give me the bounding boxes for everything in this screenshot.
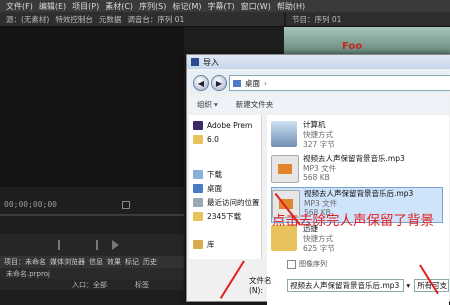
source-scrubber[interactable]: [0, 214, 184, 216]
nav-label: 2345下载: [207, 212, 242, 221]
organize-button[interactable]: 组织: [197, 99, 212, 110]
folder-icon: [193, 212, 203, 221]
project-panel-tabs: 项目：未命名 媒体浏览器 信息 效果 标记 历史: [0, 256, 184, 268]
back-icon[interactable]: ◀: [193, 75, 209, 91]
new-folder-button[interactable]: 新建文件夹: [236, 99, 274, 110]
dialog-titlebar: 导入: [187, 55, 450, 69]
import-dialog: 导入 ◀ ▶ 桌面 › 组织 ▾ 新建文件夹 Adobe Prem 6.0 下载…: [186, 54, 450, 305]
tab-effect-controls[interactable]: 特效控制台: [55, 14, 93, 25]
folder-icon: [193, 135, 203, 144]
menu-help[interactable]: 帮助(H): [277, 1, 305, 12]
menu-clip[interactable]: 素材(C): [105, 1, 133, 12]
nav-item-desktop[interactable]: 桌面: [193, 183, 222, 194]
nav-label: 桌面: [207, 184, 222, 193]
chevron-down-icon[interactable]: ▾: [214, 100, 218, 109]
project-file-name: 未命名.prproj: [6, 269, 50, 278]
nav-label: 库: [207, 240, 215, 249]
menu-file[interactable]: 文件(F): [6, 1, 33, 12]
tab-history[interactable]: 历史: [143, 257, 157, 267]
address-path: 桌面: [245, 78, 260, 88]
mark-out-icon[interactable]: [86, 240, 98, 250]
menu-window[interactable]: 窗口(W): [241, 1, 271, 12]
image-sequence-checkbox[interactable]: [287, 259, 296, 269]
dialog-title: 导入: [203, 57, 219, 67]
menu-bar: 文件(F) 编辑(E) 项目(P) 素材(C) 序列(S) 标记(M) 字幕(T…: [0, 0, 450, 12]
chevron-right-icon[interactable]: ›: [264, 79, 267, 88]
file-item[interactable]: 视频去人声保留背景音乐.mp3 MP3 文件 568 KB: [271, 153, 441, 187]
play-icon[interactable]: [112, 240, 119, 250]
tab-markers[interactable]: 标记: [125, 257, 139, 267]
tab-source[interactable]: 源：(无素材): [6, 14, 49, 25]
nav-label: 6.0: [207, 135, 219, 144]
filename-row: 文件名(N): 视频去人声保留背景音乐后.mp3 ▾ 所有可支: [249, 276, 449, 295]
computer-icon: [271, 121, 297, 147]
project-input-filter[interactable]: 入口：全部: [72, 280, 107, 290]
nav-label: 下载: [207, 170, 222, 179]
nav-item-downloads[interactable]: 下载: [193, 169, 222, 180]
source-panel-tabs: 源：(无素材) 特效控制台 元数据 调音台：序列 01: [0, 12, 284, 27]
navigation-pane: Adobe Prem 6.0 下载 桌面 最近访问的位置 2345下载 库: [189, 115, 262, 259]
downloads-icon: [193, 170, 203, 179]
tab-program[interactable]: 节目：序列 01: [292, 14, 341, 25]
menu-title[interactable]: 字幕(T): [208, 1, 235, 12]
tab-effects[interactable]: 效果: [107, 257, 121, 267]
file-item[interactable]: 计算机 快捷方式 327 字节: [271, 119, 441, 153]
nav-label: 最近访问的位置: [207, 198, 260, 207]
mp3-icon: [271, 155, 299, 183]
source-monitor: [0, 27, 184, 187]
tab-project[interactable]: 项目：未命名: [4, 257, 46, 267]
desktop-icon: [193, 184, 203, 193]
nav-item-2345-downloads[interactable]: 2345下载: [193, 211, 241, 222]
tab-info[interactable]: 信息: [89, 257, 103, 267]
mark-in-icon[interactable]: [58, 240, 70, 250]
premiere-icon: [193, 121, 203, 130]
nav-label: Adobe Prem: [207, 121, 253, 130]
project-file-row: 未命名.prproj: [0, 268, 184, 279]
filename-input[interactable]: 视频去人声保留背景音乐后.mp3: [287, 278, 405, 292]
desktop-icon: [233, 79, 241, 87]
fit-icon[interactable]: [122, 201, 130, 209]
tab-audio-mixer[interactable]: 调音台：序列 01: [127, 14, 184, 25]
menu-sequence[interactable]: 序列(S): [139, 1, 166, 12]
source-transport-controls: [0, 234, 184, 256]
menu-edit[interactable]: 编辑(E): [39, 1, 66, 12]
nav-item-library[interactable]: 库: [193, 239, 215, 250]
nav-item-6[interactable]: 6.0: [193, 135, 219, 144]
recent-icon: [193, 198, 203, 207]
tab-media-browser[interactable]: 媒体浏览器: [50, 257, 85, 267]
program-logo: Foo: [342, 41, 363, 52]
filename-dropdown-icon[interactable]: ▾: [406, 281, 410, 290]
program-panel-tabs: 节目：序列 01: [286, 12, 450, 27]
menu-project[interactable]: 项目(P): [72, 1, 99, 12]
image-sequence-label: 图像序列: [299, 260, 327, 268]
image-sequence-row: 图像序列: [287, 259, 327, 269]
filename-label: 文件名(N):: [249, 276, 272, 295]
library-icon: [193, 240, 203, 249]
tab-metadata[interactable]: 元数据: [99, 14, 122, 25]
project-filter-row: 入口：全部 标签: [0, 279, 184, 290]
nav-item-recent[interactable]: 最近访问的位置: [193, 197, 260, 208]
project-column-header: 标签: [135, 280, 149, 289]
source-timecode[interactable]: 00;00;00;00: [4, 200, 57, 209]
address-input[interactable]: 桌面 ›: [229, 75, 450, 91]
menu-marker[interactable]: 标记(M): [172, 1, 201, 12]
nav-item-adobe-premiere[interactable]: Adobe Prem: [193, 121, 252, 130]
app-icon: [191, 58, 199, 66]
file-size: 327 字节: [303, 140, 335, 149]
file-size: 568 KB: [303, 173, 330, 182]
forward-icon[interactable]: ▶: [211, 75, 227, 91]
address-bar: ◀ ▶ 桌面 ›: [189, 71, 450, 93]
dialog-toolbar: 组织 ▾ 新建文件夹: [189, 97, 449, 111]
file-size: 625 字节: [303, 244, 335, 253]
